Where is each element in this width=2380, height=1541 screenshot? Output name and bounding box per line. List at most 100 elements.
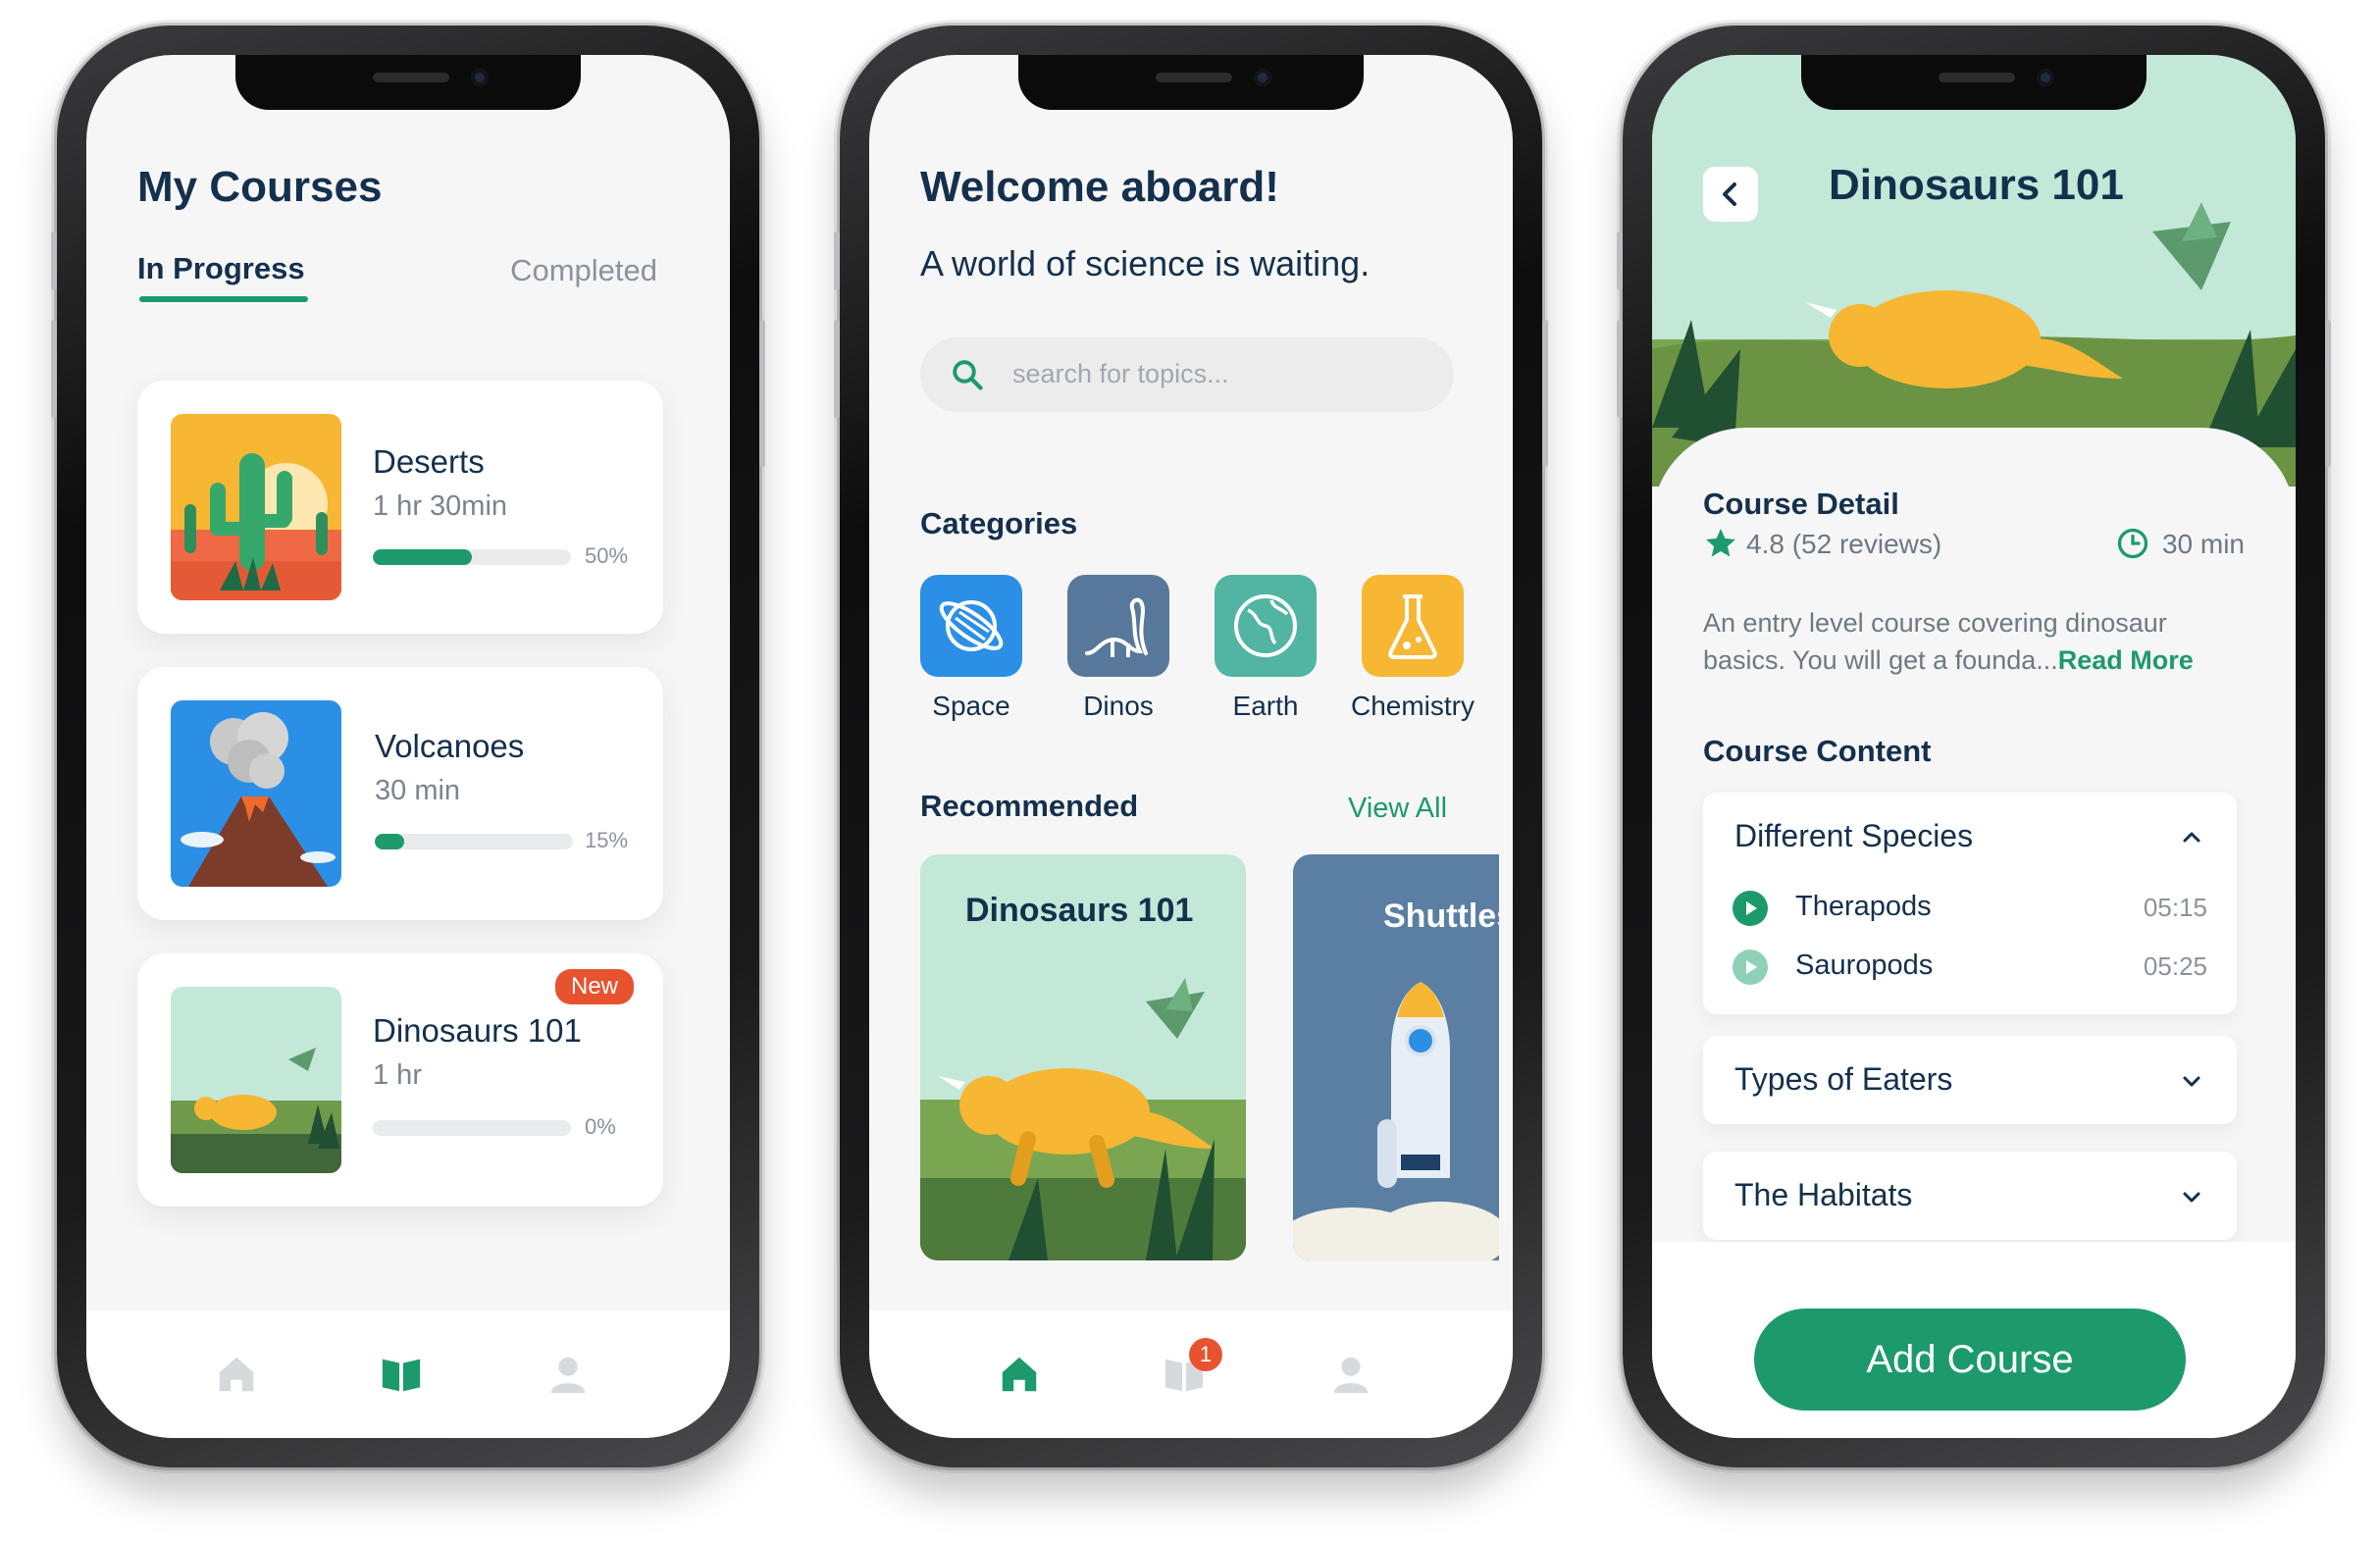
screen: Dinosaurs 101 Course Detail 4.8 (52 revi… [1652, 55, 2296, 1438]
section-title: Types of Eaters [1734, 1061, 1953, 1097]
play-icon [1733, 950, 1768, 985]
star-icon [1706, 529, 1735, 557]
category-chemistry[interactable]: Chemistry [1344, 575, 1481, 722]
section-title: Different Species [1734, 818, 1974, 853]
active-tab-indicator [139, 296, 308, 302]
back-button[interactable] [1703, 167, 1758, 222]
tab-in-progress[interactable]: In Progress [137, 251, 305, 286]
duration: 30 min [2115, 526, 2245, 561]
section-different-species[interactable]: Different Species Therapods 05:15 Saurop… [1703, 793, 2237, 1014]
course-duration: 1 hr [373, 1059, 422, 1091]
phone-side-button [51, 320, 57, 418]
search-icon [953, 360, 983, 390]
profile-icon [1333, 1357, 1369, 1394]
chevron-left-icon [1723, 182, 1736, 206]
recommended-heading: Recommended [920, 789, 1139, 823]
tab-bar: 1 [869, 1310, 1513, 1438]
chevron-down-icon [2183, 1076, 2200, 1087]
course-card-volcanoes[interactable]: Volcanoes 30 min 15% [137, 667, 663, 920]
phone-side-button [2325, 320, 2331, 467]
category-label: Dinos [1083, 691, 1154, 721]
lesson-time: 05:15 [2143, 893, 2207, 922]
tab-completed[interactable]: Completed [510, 253, 657, 288]
profile-tab[interactable] [1328, 1352, 1373, 1397]
category-earth[interactable]: Earth [1197, 575, 1334, 722]
phone-side-button [759, 320, 765, 467]
category-space[interactable]: Space [903, 575, 1040, 722]
lesson-name: Therapods [1795, 891, 1932, 922]
course-duration: 30 min [375, 775, 461, 806]
categories-heading: Categories [920, 506, 1078, 540]
read-more-link[interactable]: Read More [2058, 645, 2194, 675]
tab-bar [86, 1310, 730, 1438]
category-icon-box [1067, 575, 1169, 677]
page-title: Welcome aboard! [920, 163, 1279, 211]
dinosaur-thumbnail [171, 987, 341, 1173]
phone-side-button [1617, 320, 1623, 418]
home-tab[interactable] [214, 1352, 259, 1397]
section-types-of-eaters[interactable]: Types of Eaters [1703, 1036, 2237, 1124]
add-course-button[interactable]: Add Course [1754, 1309, 2186, 1411]
phone-welcome: Welcome aboard! A world of science is wa… [834, 26, 1548, 1467]
desert-thumbnail [171, 414, 341, 600]
recommended-card-dinosaurs[interactable]: Dinosaurs 101 [920, 854, 1246, 1260]
lesson-time: 05:25 [2143, 951, 2207, 981]
notch [1018, 55, 1364, 110]
category-label: Space [932, 691, 1010, 721]
screen: My Courses In Progress Completed Deserts… [86, 55, 730, 1438]
volcano-thumbnail [171, 700, 341, 887]
progress-bar [373, 1120, 571, 1136]
home-tab[interactable] [997, 1352, 1042, 1397]
courses-tab[interactable]: 1 [1162, 1338, 1222, 1397]
dinosaur-illustration [1652, 202, 2296, 487]
page-title: My Courses [137, 163, 383, 211]
category-icon-box [1215, 575, 1317, 677]
courses-tab[interactable] [379, 1352, 424, 1397]
dinosaur-icon [1085, 597, 1148, 657]
phone-side-button [1542, 320, 1548, 467]
category-icon-box [920, 575, 1022, 677]
recommended-card-shuttles[interactable]: Shuttles [1293, 854, 1499, 1260]
phone-side-button [834, 320, 840, 418]
lesson-item[interactable]: Therapods 05:15 [1733, 889, 2207, 928]
category-label: Earth [1232, 691, 1299, 721]
course-description: An entry level course covering dinosaur … [1703, 604, 2252, 679]
lesson-name: Sauropods [1795, 950, 1934, 981]
search-input[interactable]: search for topics... [920, 337, 1454, 412]
rating: 4.8 (52 reviews) [1703, 526, 1941, 561]
category-icon-box [1362, 575, 1464, 677]
recommended-title: Dinosaurs 101 [965, 892, 1194, 929]
course-card-deserts[interactable]: Deserts 1 hr 30min 50% [137, 381, 663, 634]
view-all-link[interactable]: View All [1348, 793, 1447, 825]
profile-icon [550, 1357, 586, 1394]
course-name: Volcanoes [375, 728, 525, 764]
notification-badge: 1 [1189, 1338, 1222, 1371]
home-icon [1002, 1357, 1037, 1392]
course-card-dinosaurs[interactable]: New Dinosaurs 101 1 hr 0% [137, 953, 663, 1207]
clock-icon [2117, 528, 2148, 559]
chevron-up-icon [2183, 832, 2200, 843]
progress-bar [373, 549, 571, 565]
course-name: Deserts [373, 443, 485, 480]
category-dinos[interactable]: Dinos [1050, 575, 1187, 722]
rating-text: 4.8 (52 reviews) [1746, 529, 1942, 559]
section-the-habitats[interactable]: The Habitats [1703, 1152, 2237, 1240]
screen: Welcome aboard! A world of science is wa… [869, 55, 1513, 1438]
course-name: Dinosaurs 101 [373, 1012, 582, 1049]
lesson-item[interactable]: Sauropods 05:25 [1733, 948, 2207, 987]
phone-my-courses: My Courses In Progress Completed Deserts… [51, 26, 765, 1467]
page-subtitle: A world of science is waiting. [920, 243, 1371, 283]
search-placeholder: search for topics... [1012, 359, 1229, 388]
phone-course-detail: Dinosaurs 101 Course Detail 4.8 (52 revi… [1617, 26, 2331, 1467]
notch [1801, 55, 2147, 110]
progress-label: 15% [585, 828, 629, 852]
course-duration: 1 hr 30min [373, 490, 508, 522]
progress-label: 0% [585, 1114, 616, 1139]
profile-tab[interactable] [545, 1352, 591, 1397]
play-icon [1733, 891, 1768, 926]
phone-side-button [51, 231, 57, 290]
page-title: Dinosaurs 101 [1829, 161, 2124, 209]
section-title: The Habitats [1734, 1177, 1913, 1212]
globe-icon [1234, 594, 1297, 657]
flask-icon [1388, 594, 1437, 659]
